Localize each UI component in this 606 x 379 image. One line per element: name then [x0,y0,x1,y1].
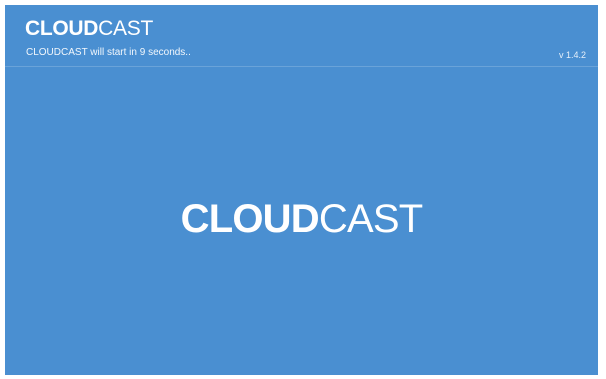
header-logo-light: CAST [98,17,153,40]
header-logo-bold: CLOUD [25,17,99,40]
header-logo: CLOUDCAST [25,17,153,41]
header-bar: CLOUDCAST CLOUDCAST will start in 9 seco… [5,5,598,67]
splash-logo-light: CAST [318,197,423,241]
version-label: v 1.4.2 [558,50,586,60]
splash-logo: CLOUDCAST [5,197,598,241]
app-window: CLOUDCAST CLOUDCAST will start in 9 seco… [5,5,598,375]
startup-countdown-text: CLOUDCAST will start in 9 seconds.. [26,47,191,58]
splash-logo-bold: CLOUD [180,197,320,241]
